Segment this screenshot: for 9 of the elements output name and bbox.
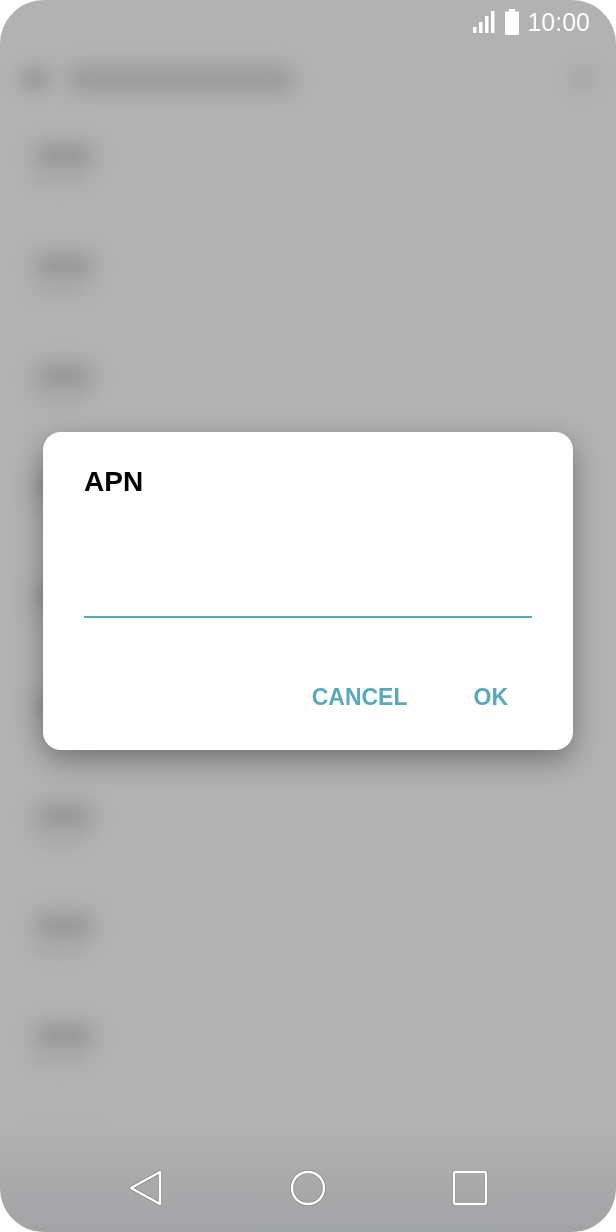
battery-icon <box>505 9 520 35</box>
dialog-button[interactable]: CANCEL <box>295 673 424 721</box>
home-icon[interactable] <box>290 1170 326 1206</box>
status-time: 10:00 <box>527 7 590 37</box>
dialog-button[interactable]: OK <box>457 673 524 721</box>
signal-icon <box>473 11 496 33</box>
recent-apps-icon[interactable] <box>452 1170 488 1206</box>
dialog-title: APN <box>84 466 144 498</box>
back-icon[interactable] <box>128 1170 164 1206</box>
